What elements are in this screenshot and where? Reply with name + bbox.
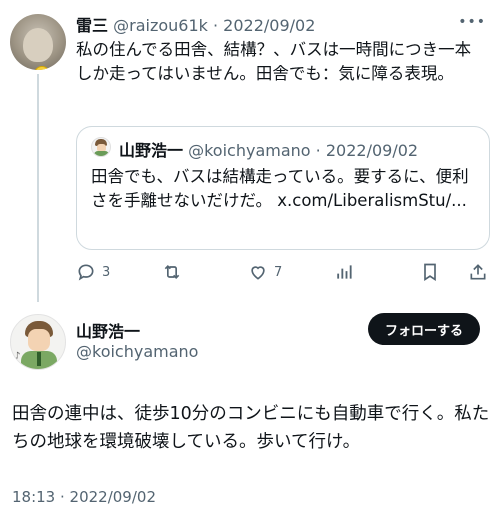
more-icon[interactable]: •••: [458, 14, 486, 30]
parent-tweet[interactable]: 雷三 @raizou61k · 2022/09/02 ••• 私の住んでる田舎、…: [0, 0, 500, 302]
views-icon: [337, 265, 352, 279]
quote-text: 田舎でも、バスは結構走っている。要するに、便利さを手離せないだけだ。 x.com…: [91, 167, 469, 210]
author-name[interactable]: 雷三: [76, 16, 108, 35]
quote-avatar: [91, 137, 111, 157]
views-button[interactable]: [334, 258, 354, 286]
thread-line: [37, 74, 39, 302]
share-icon: [470, 264, 486, 280]
retweet-icon: [164, 264, 180, 280]
author-name[interactable]: 山野浩一: [76, 318, 140, 342]
author-handle[interactable]: @koichyamano: [76, 342, 198, 361]
reply-count: 3: [102, 264, 111, 280]
reply-button[interactable]: 3: [76, 258, 110, 286]
quote-author-handle: @koichyamano: [188, 141, 311, 160]
quote-tweet[interactable]: 山野浩一 @koichyamano · 2022/09/02 田舎でも、バスは結…: [76, 126, 490, 250]
tweet-text: 田舎の連中は、徒歩10分のコンビニにも自動車で行く。私たちの地球を環境破壊してい…: [12, 404, 490, 452]
smiley-badge-icon: [34, 66, 50, 70]
avatar[interactable]: ♪: [10, 314, 66, 370]
separator: ·: [212, 16, 219, 35]
quote-date: 2022/09/02: [325, 141, 419, 160]
bookmark-icon: [424, 263, 436, 282]
tweet-date[interactable]: 2022/09/02: [223, 16, 315, 35]
separator: ·: [315, 141, 321, 160]
retweet-button[interactable]: [162, 258, 182, 286]
action-bar: 3 7: [76, 258, 490, 286]
like-count: 7: [274, 264, 283, 280]
share-button[interactable]: [468, 258, 488, 286]
music-note-icon: ♪: [14, 351, 21, 362]
quote-header: 山野浩一 @koichyamano · 2022/09/02: [119, 137, 418, 161]
quote-author-name: 山野浩一: [119, 141, 184, 160]
like-icon: [251, 266, 265, 280]
avatar-face: [23, 28, 53, 62]
author-handle[interactable]: @raizou61k: [113, 16, 208, 35]
bookmark-button[interactable]: [420, 258, 440, 286]
avatar[interactable]: [10, 14, 66, 70]
tweet-text: 私の住んでる田舎、結構？、バスは一時間につき一本しか走ってはいません。田舎でも：…: [76, 40, 472, 83]
tweet-header: 雷三 @raizou61k · 2022/09/02: [76, 12, 315, 36]
follow-button[interactable]: フォローする: [368, 313, 480, 345]
like-button[interactable]: 7: [248, 258, 282, 286]
tweet-timestamp[interactable]: 18:13 · 2022/09/02: [12, 488, 156, 506]
reply-icon: [78, 264, 94, 281]
